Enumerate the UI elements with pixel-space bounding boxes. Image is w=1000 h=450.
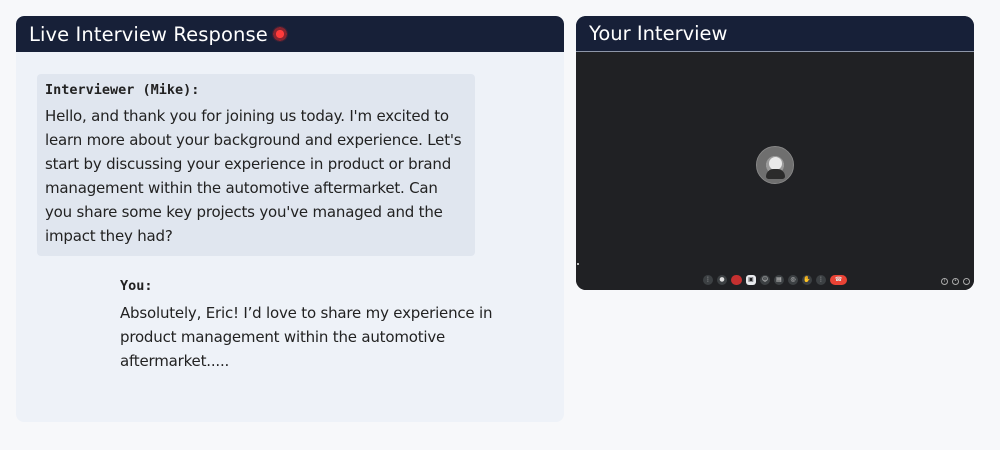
effects-icon[interactable]: ◎ [788,275,798,285]
live-response-header: Live Interview Response [16,16,564,52]
options-icon[interactable]: ⋮ [816,275,826,285]
captions-icon[interactable]: ▣ [746,275,756,285]
mic-icon[interactable]: ● [717,275,727,285]
emoji-icon[interactable]: ☺ [760,275,770,285]
interview-video-title: Your Interview [589,22,728,45]
interviewer-label: Interviewer (Mike): [45,82,200,98]
camera-off-icon[interactable] [731,275,742,285]
live-response-title: Live Interview Response [29,22,268,46]
side-controls: i • · [941,278,970,285]
interviewer-message-bubble: Interviewer (Mike): Hello, and thank you… [37,74,475,256]
video-feed[interactable]: ⋮ ● ▣ ☺ ▤ ◎ ✋ ⋮ ☎ i • · [576,53,974,290]
chat-icon[interactable]: · [963,278,970,285]
participant-avatar [756,146,794,184]
meeting-controls: ⋮ ● ▣ ☺ ▤ ◎ ✋ ⋮ ☎ [576,274,974,286]
edge-marker [577,263,579,265]
interviewer-message: Hello, and thank you for joining us toda… [45,107,462,245]
user-message-bubble: You: Absolutely, Eric! I’d love to share… [120,278,520,373]
live-indicator-icon [271,26,288,42]
more-options-icon[interactable]: ⋮ [703,275,713,285]
present-icon[interactable]: ▤ [774,275,784,285]
info-icon[interactable]: i [941,278,948,285]
raise-hand-icon[interactable]: ✋ [802,275,812,285]
user-label: You: [120,278,153,294]
user-message: Absolutely, Eric! I’d love to share my e… [120,304,493,370]
people-icon[interactable]: • [952,278,959,285]
end-call-icon[interactable]: ☎ [830,275,847,285]
live-response-panel: Live Interview Response Interviewer (Mik… [16,16,564,422]
interview-video-panel: Your Interview ⋮ ● ▣ ☺ ▤ ◎ ✋ ⋮ ☎ i • · [576,16,974,290]
interview-video-header: Your Interview [576,16,974,52]
